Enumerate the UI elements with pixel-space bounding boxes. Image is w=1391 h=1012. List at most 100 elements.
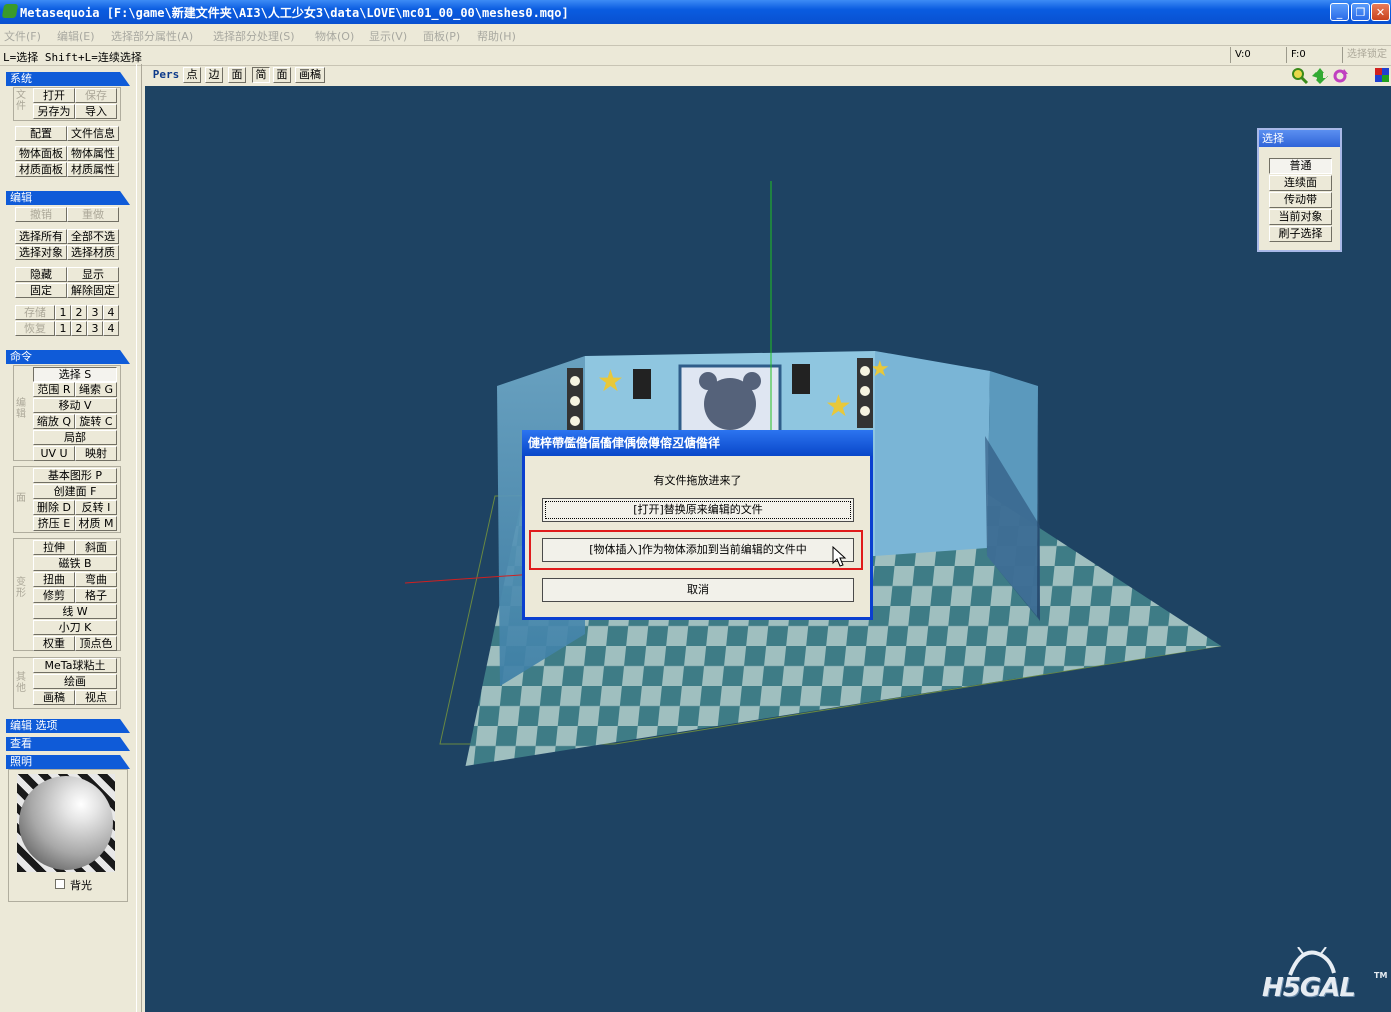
mirror-tool-button[interactable]: 映射 xyxy=(75,446,117,461)
menu-help[interactable]: 帮助(H) xyxy=(477,28,516,44)
select-object-button[interactable]: 选择对象 xyxy=(15,245,67,260)
menu-edit[interactable]: 编辑(E) xyxy=(57,28,95,44)
sketch-button[interactable]: 画稿 xyxy=(33,690,75,705)
line-button[interactable]: 线 W xyxy=(33,604,117,619)
delete-button[interactable]: 删除 D xyxy=(33,500,75,515)
show-button[interactable]: 显示 xyxy=(67,267,119,282)
store-slot-1[interactable]: 1 xyxy=(55,305,71,320)
edit-header[interactable]: 编辑 xyxy=(6,191,130,205)
zoom-icon[interactable] xyxy=(1291,67,1309,85)
undo-button[interactable]: 撤销 xyxy=(15,207,67,222)
bend-button[interactable]: 弯曲 xyxy=(75,572,117,587)
select-material-button[interactable]: 选择材质 xyxy=(67,245,119,260)
local-tool-button[interactable]: 局部 xyxy=(33,430,117,445)
store-button[interactable]: 存储 xyxy=(15,305,55,320)
system-header[interactable]: 系统 xyxy=(6,72,130,86)
bevel-button[interactable]: 斜面 xyxy=(75,540,117,555)
edge-mode-button[interactable]: 边 xyxy=(205,67,223,83)
select-tool-button[interactable]: 选择 S xyxy=(33,367,117,382)
menu-file[interactable]: 文件(F) xyxy=(4,28,41,44)
restore-slot-3[interactable]: 3 xyxy=(87,321,103,336)
color-grid-icon[interactable] xyxy=(1375,68,1389,82)
view-header[interactable]: 查看 xyxy=(6,737,130,751)
backlight-checkbox[interactable] xyxy=(55,879,65,889)
selection-lock[interactable]: 选择锁定 xyxy=(1342,47,1391,63)
close-button[interactable]: ✕ xyxy=(1371,3,1390,21)
config-button[interactable]: 配置 xyxy=(15,126,67,141)
magnet-button[interactable]: 磁铁 B xyxy=(33,556,117,571)
open-button[interactable]: 打开 xyxy=(33,88,75,103)
material-panel-button[interactable]: 材质面板 xyxy=(15,162,67,177)
basic-shape-button[interactable]: 基本图形 P xyxy=(33,468,117,483)
lasso-tool-button[interactable]: 绳索 G xyxy=(75,382,117,397)
selection-palette-title[interactable]: 选择 xyxy=(1259,130,1340,147)
move-view-icon[interactable] xyxy=(1311,67,1329,85)
edit-options-header[interactable]: 编辑 选项 xyxy=(6,719,130,733)
material-props-button[interactable]: 材质属性 xyxy=(67,162,119,177)
restore-button[interactable]: 恢复 xyxy=(15,321,55,336)
hide-button[interactable]: 隐藏 xyxy=(15,267,67,282)
redo-button[interactable]: 重做 xyxy=(67,207,119,222)
select-current-object-button[interactable]: 当前对象 xyxy=(1269,209,1332,225)
scale-tool-button[interactable]: 缩放 Q xyxy=(33,414,75,429)
select-belt-button[interactable]: 传动带 xyxy=(1269,192,1332,208)
menu-select-attr[interactable]: 选择部分属性(A) xyxy=(111,28,193,44)
object-props-button[interactable]: 物体属性 xyxy=(67,146,119,161)
import-button[interactable]: 导入 xyxy=(75,104,117,119)
store-slot-2[interactable]: 2 xyxy=(71,305,87,320)
extrude-button[interactable]: 挤压 E xyxy=(33,516,75,531)
object-panel-button[interactable]: 物体面板 xyxy=(15,146,67,161)
perspective-label[interactable]: Pers xyxy=(148,67,184,83)
stretch-button[interactable]: 拉伸 xyxy=(33,540,75,555)
rotate-tool-button[interactable]: 旋转 C xyxy=(75,414,117,429)
metaball-button[interactable]: MeTa球粘土 xyxy=(33,658,117,673)
trim-button[interactable]: 修剪 xyxy=(33,588,75,603)
material-button[interactable]: 材质 M xyxy=(75,516,117,531)
light-header[interactable]: 照明 xyxy=(6,755,130,769)
menu-select-process[interactable]: 选择部分处理(S) xyxy=(213,28,295,44)
minimize-button[interactable]: _ xyxy=(1330,3,1349,21)
weight-button[interactable]: 权重 xyxy=(33,636,75,651)
menu-object[interactable]: 物体(O) xyxy=(315,28,354,44)
twist-button[interactable]: 扭曲 xyxy=(33,572,75,587)
light-sphere[interactable] xyxy=(19,776,113,870)
lattice-button[interactable]: 格子 xyxy=(75,588,117,603)
menu-view[interactable]: 显示(V) xyxy=(369,28,407,44)
menu-panel[interactable]: 面板(P) xyxy=(423,28,460,44)
store-slot-3[interactable]: 3 xyxy=(87,305,103,320)
move-tool-button[interactable]: 移动 V xyxy=(33,398,117,413)
restore-slot-2[interactable]: 2 xyxy=(71,321,87,336)
point-mode-button[interactable]: 点 xyxy=(183,67,201,83)
dialog-title[interactable]: 僆梓帶儖偺偪傗侓偊儉僔傛丒傏偺徉 xyxy=(522,430,873,456)
paint-button[interactable]: 绘画 xyxy=(33,674,117,689)
fix-button[interactable]: 固定 xyxy=(15,283,67,298)
restore-slot-4[interactable]: 4 xyxy=(103,321,119,336)
save-button[interactable]: 保存 xyxy=(75,88,117,103)
viewpoint-button[interactable]: 视点 xyxy=(75,690,117,705)
select-all-button[interactable]: 选择所有 xyxy=(15,229,67,244)
range-tool-button[interactable]: 范围 R xyxy=(33,382,75,397)
restore-slot-1[interactable]: 1 xyxy=(55,321,71,336)
title-bar[interactable]: Metasequoia [F:\game\新建文件夹\AI3\人工少女3\dat… xyxy=(0,0,1391,24)
select-normal-button[interactable]: 普通 xyxy=(1269,158,1332,174)
face-display-button[interactable]: 面 xyxy=(273,67,291,83)
cancel-button[interactable]: 取消 xyxy=(542,578,854,602)
open-replace-button[interactable]: [打开]替换原来编辑的文件 xyxy=(542,498,854,522)
save-as-button[interactable]: 另存为 xyxy=(33,104,75,119)
deselect-all-button[interactable]: 全部不选 xyxy=(67,229,119,244)
vertex-color-button[interactable]: 顶点色 xyxy=(75,636,117,651)
select-continuous-button[interactable]: 连续面 xyxy=(1269,175,1332,191)
light-preview[interactable] xyxy=(17,774,115,872)
sketch-display-button[interactable]: 画稿 xyxy=(295,67,325,83)
command-header[interactable]: 命令 xyxy=(6,350,130,364)
face-mode-button[interactable]: 面 xyxy=(228,67,246,83)
select-brush-button[interactable]: 刷子选择 xyxy=(1269,226,1332,242)
simple-mode-button[interactable]: 简 xyxy=(252,67,270,83)
restore-button[interactable]: ❐ xyxy=(1351,3,1370,21)
rotate-view-icon[interactable] xyxy=(1331,67,1349,85)
file-info-button[interactable]: 文件信息 xyxy=(67,126,119,141)
store-slot-4[interactable]: 4 xyxy=(103,305,119,320)
create-face-button[interactable]: 创建面 F xyxy=(33,484,117,499)
knife-button[interactable]: 小刀 K xyxy=(33,620,117,635)
unfix-button[interactable]: 解除固定 xyxy=(67,283,119,298)
